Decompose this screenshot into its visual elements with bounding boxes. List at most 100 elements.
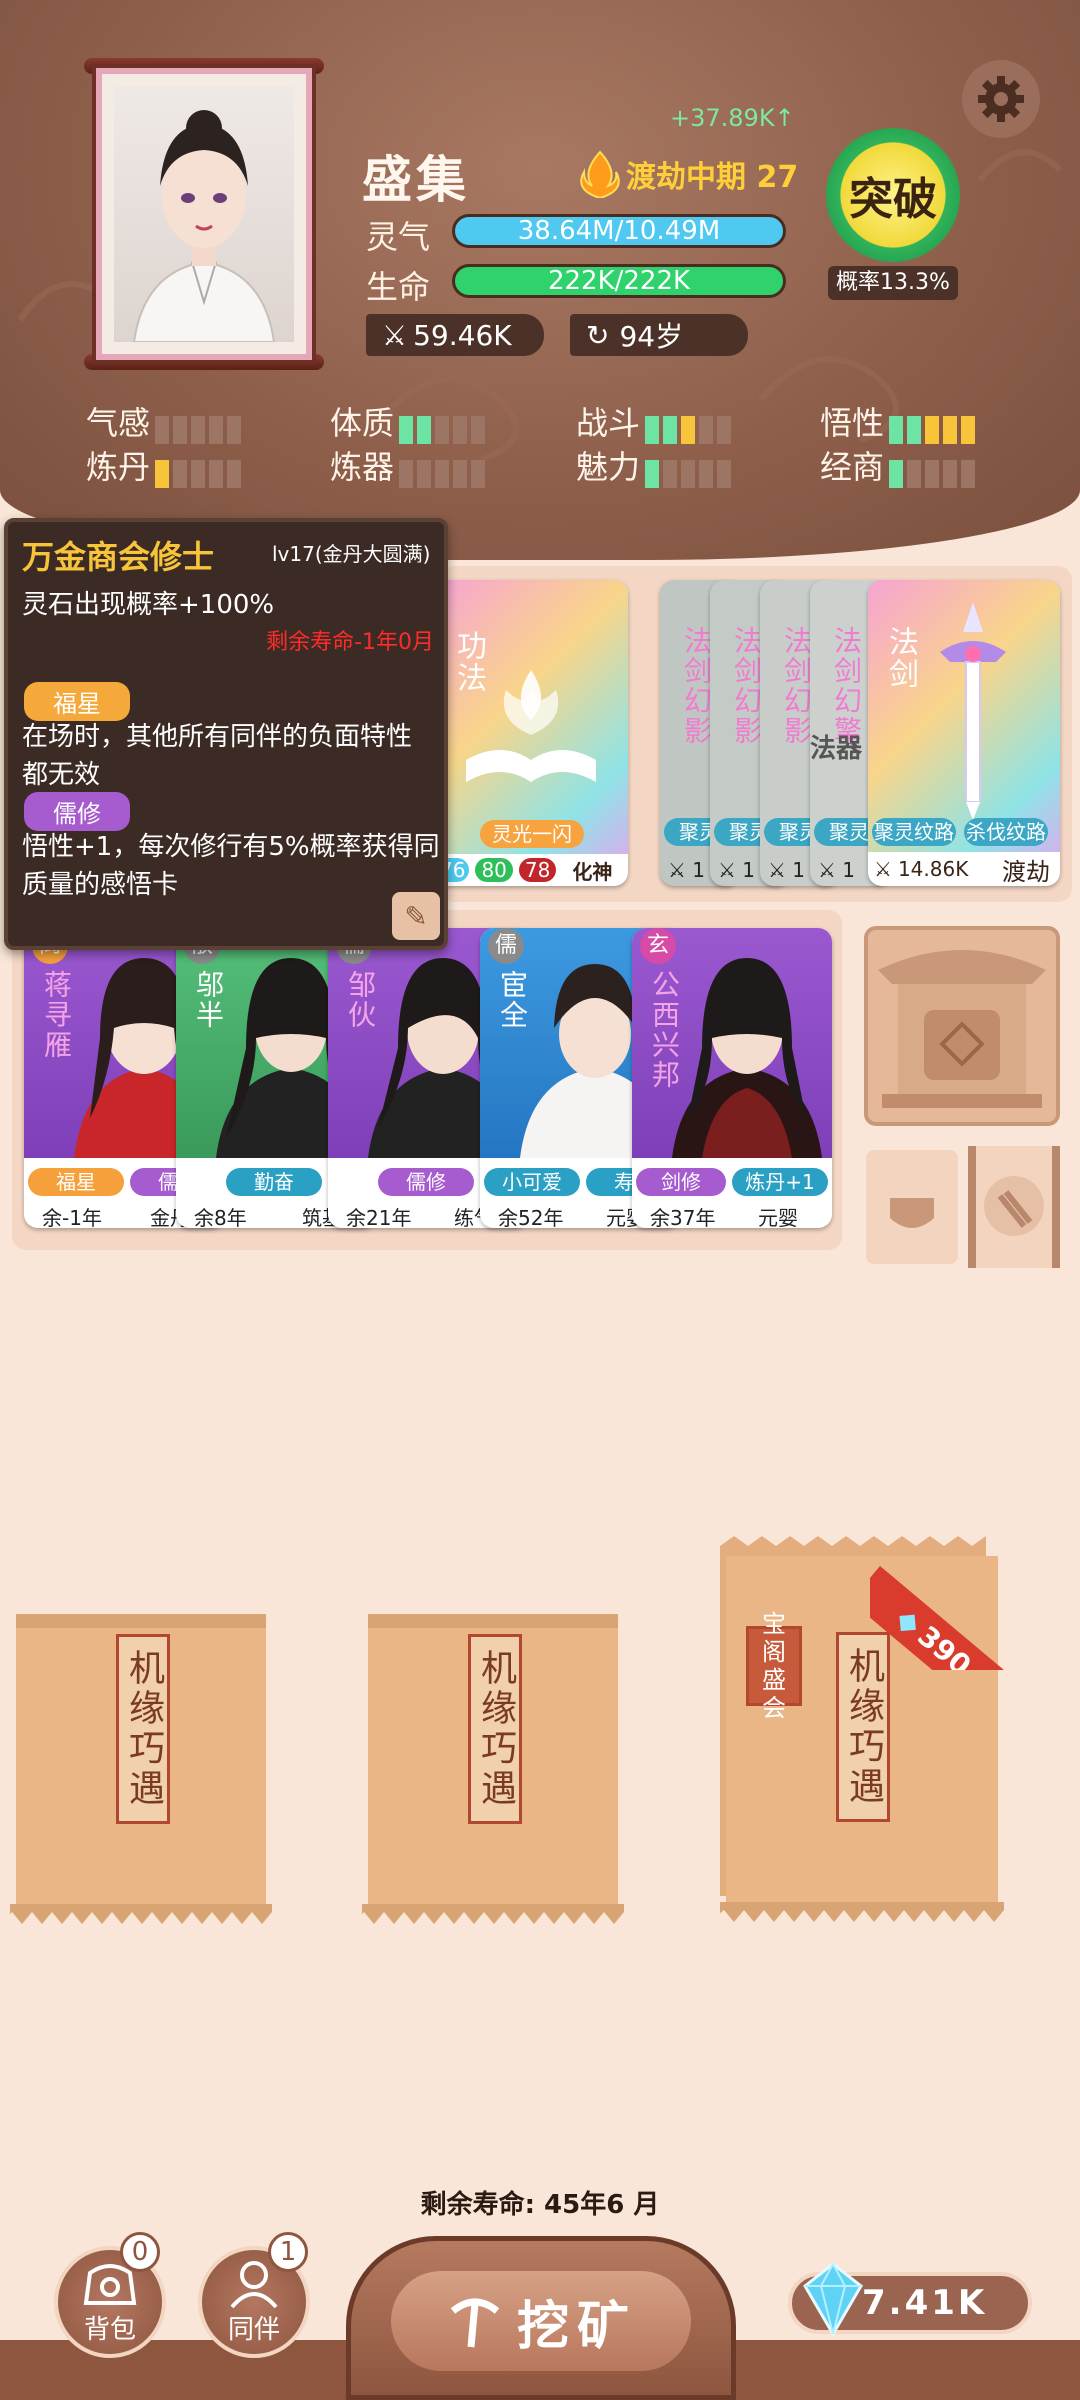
power-pill: ⚔ 59.46K xyxy=(366,314,544,356)
attr-meili: 魅力 xyxy=(576,442,735,488)
bag-label: 背包 xyxy=(83,2315,136,2345)
pouch-label: 机缘巧遇 xyxy=(116,1634,170,1824)
attribute-level-segment xyxy=(435,415,450,444)
attribute-level-segment xyxy=(173,415,188,444)
attr-liandan: 炼丹 xyxy=(86,442,245,488)
ribbon-price: 390 xyxy=(911,1618,978,1670)
companion-tag-2: 炼丹+1 xyxy=(732,1168,828,1196)
technique-stat-3: 78 xyxy=(518,858,557,882)
breakthrough-button[interactable]: 突破 xyxy=(826,128,960,262)
trait-ruxiu-tag: 儒修 xyxy=(24,792,130,831)
card-slot-button[interactable] xyxy=(866,1150,958,1264)
companion-tag-1: 勤奋 xyxy=(226,1168,322,1196)
attribute-level-segment xyxy=(209,415,224,444)
flame-icon xyxy=(580,150,620,198)
attribute-level-segment xyxy=(645,415,660,444)
attr-qigan: 气感 xyxy=(86,398,245,444)
companion-life: 余37年 xyxy=(650,1206,716,1228)
age-pill: ↻ 94岁 xyxy=(570,314,748,356)
attribute-level-segment xyxy=(717,459,732,488)
weapon-rank: 渡劫 xyxy=(1002,857,1050,886)
attribute-level-segment xyxy=(699,415,714,444)
scroll-button[interactable] xyxy=(968,1146,1060,1268)
companion-tag-1: 儒修 xyxy=(378,1168,474,1196)
tooltip-title: 万金商会修士 xyxy=(22,538,215,576)
attribute-level-segment xyxy=(417,459,432,488)
attribute-level-segment xyxy=(227,415,242,444)
attribute-level-segment xyxy=(961,459,976,488)
life-bar: 222K/222K xyxy=(452,264,786,298)
mine-label: 挖矿 xyxy=(516,2296,637,2357)
gem-icon xyxy=(803,2262,863,2336)
pouch-1[interactable]: 机缘巧遇 xyxy=(10,1614,272,1930)
technique-stat-2: 80 xyxy=(475,858,513,882)
tooltip-lifespan: 剩余寿命-1年0月 xyxy=(266,630,434,655)
partner-count-badge: 1 xyxy=(268,2232,308,2272)
attribute-level-segment xyxy=(889,459,904,488)
attribute-level-segment xyxy=(699,459,714,488)
technique-rank: 化神 xyxy=(572,859,613,884)
attribute-level-segment xyxy=(907,415,922,444)
character-header: +37.89K↑ 盛集 渡劫中期 27 灵气 38.64M/10.49M 生命 … xyxy=(0,0,1080,560)
attribute-level-segment xyxy=(943,415,958,444)
power-value: 59.46K xyxy=(413,318,512,352)
mine-button[interactable]: 挖矿 xyxy=(346,2236,736,2400)
companion-tag-1: 剑修 xyxy=(636,1168,726,1196)
attribute-level-segment xyxy=(925,459,940,488)
remaining-life: 剩余寿命: 45年6 月 xyxy=(420,2190,660,2220)
price-ribbon: ◆ 390 xyxy=(870,1536,1004,1670)
tooltip-scroll-button[interactable]: ✎ xyxy=(392,892,440,940)
swords-icon: ⚔ xyxy=(874,857,892,881)
attribute-level-segment xyxy=(925,415,940,444)
player-portrait-frame[interactable] xyxy=(96,68,312,360)
weapon-tag-1: 聚灵纹路 xyxy=(872,818,956,846)
pouch-3[interactable]: 机缘巧遇 宝阁盛会 ◆390 xyxy=(720,1536,1004,1930)
breakthrough-label: 突破 xyxy=(849,174,937,225)
tooltip-level: lv17(金丹大圆满) xyxy=(272,542,431,566)
player-name: 盛集 xyxy=(362,151,470,209)
attribute-level-segment xyxy=(943,459,958,488)
attr-lianqi: 炼器 xyxy=(330,442,489,488)
trait-ruxiu-desc: 悟性+1，每次修行有5%概率获得同质量的感悟卡 xyxy=(22,832,440,900)
realm-indicator: 渡劫中期 27 xyxy=(578,150,798,198)
gear-icon xyxy=(978,76,1024,122)
attr-jingshang: 经商 xyxy=(820,442,979,488)
companion-card-5[interactable]: 玄 公西兴邦 剑修 炼丹+1 余37年 元婴 xyxy=(632,928,832,1228)
settings-button[interactable] xyxy=(962,60,1040,138)
attribute-level-segment xyxy=(191,415,206,444)
attribute-level-segment xyxy=(717,415,732,444)
attribute-level-segment xyxy=(645,459,660,488)
life-label: 生命 xyxy=(366,268,431,306)
weapon-power: 14.86K xyxy=(897,857,969,881)
attribute-level-segment xyxy=(155,415,170,444)
shop-building-button[interactable] xyxy=(864,926,1060,1126)
attr-wuxing: 悟性 xyxy=(820,398,979,444)
companion-tag-1: 小可爱 xyxy=(484,1168,580,1196)
attribute-level-segment xyxy=(681,415,696,444)
attribute-level-segment xyxy=(453,415,468,444)
lingqi-label: 灵气 xyxy=(366,218,431,256)
sword-icon xyxy=(940,602,1006,820)
companion-realm: 元婴 xyxy=(758,1206,798,1228)
attribute-level-segment xyxy=(399,415,414,444)
technique-card[interactable]: 功法 灵光一闪 76 80 78 化神 xyxy=(432,580,628,886)
swords-icon: ⚔ xyxy=(382,318,408,352)
attribute-level-segment xyxy=(681,459,696,488)
bag-count-badge: 0 xyxy=(120,2232,160,2272)
technique-footer: 76 80 78 化神 xyxy=(432,854,628,886)
partner-label: 同伴 xyxy=(227,2315,280,2345)
player-portrait xyxy=(114,86,294,342)
companion-life: 余-1年 xyxy=(42,1206,102,1228)
trait-fuxing-desc: 在场时，其他所有同伴的负面特性都无效 xyxy=(22,722,413,790)
attribute-level-segment xyxy=(663,459,678,488)
attribute-level-segment xyxy=(173,459,188,488)
gem-count: 7.41K xyxy=(862,2283,988,2323)
attribute-level-segment xyxy=(227,459,242,488)
attribute-level-segment xyxy=(191,459,206,488)
weapon-card-front[interactable]: 法剑 聚灵纹路 杀伐纹路 ⚔ 14.86K 渡劫 xyxy=(868,580,1060,886)
exp-gain: +37.89K↑ xyxy=(670,104,795,132)
companion-tag-1: 福星 xyxy=(28,1168,124,1196)
weapon-tag-2: 杀伐纹路 xyxy=(964,818,1048,846)
companion-life: 余52年 xyxy=(498,1206,564,1228)
pouch-2[interactable]: 机缘巧遇 xyxy=(362,1614,624,1930)
